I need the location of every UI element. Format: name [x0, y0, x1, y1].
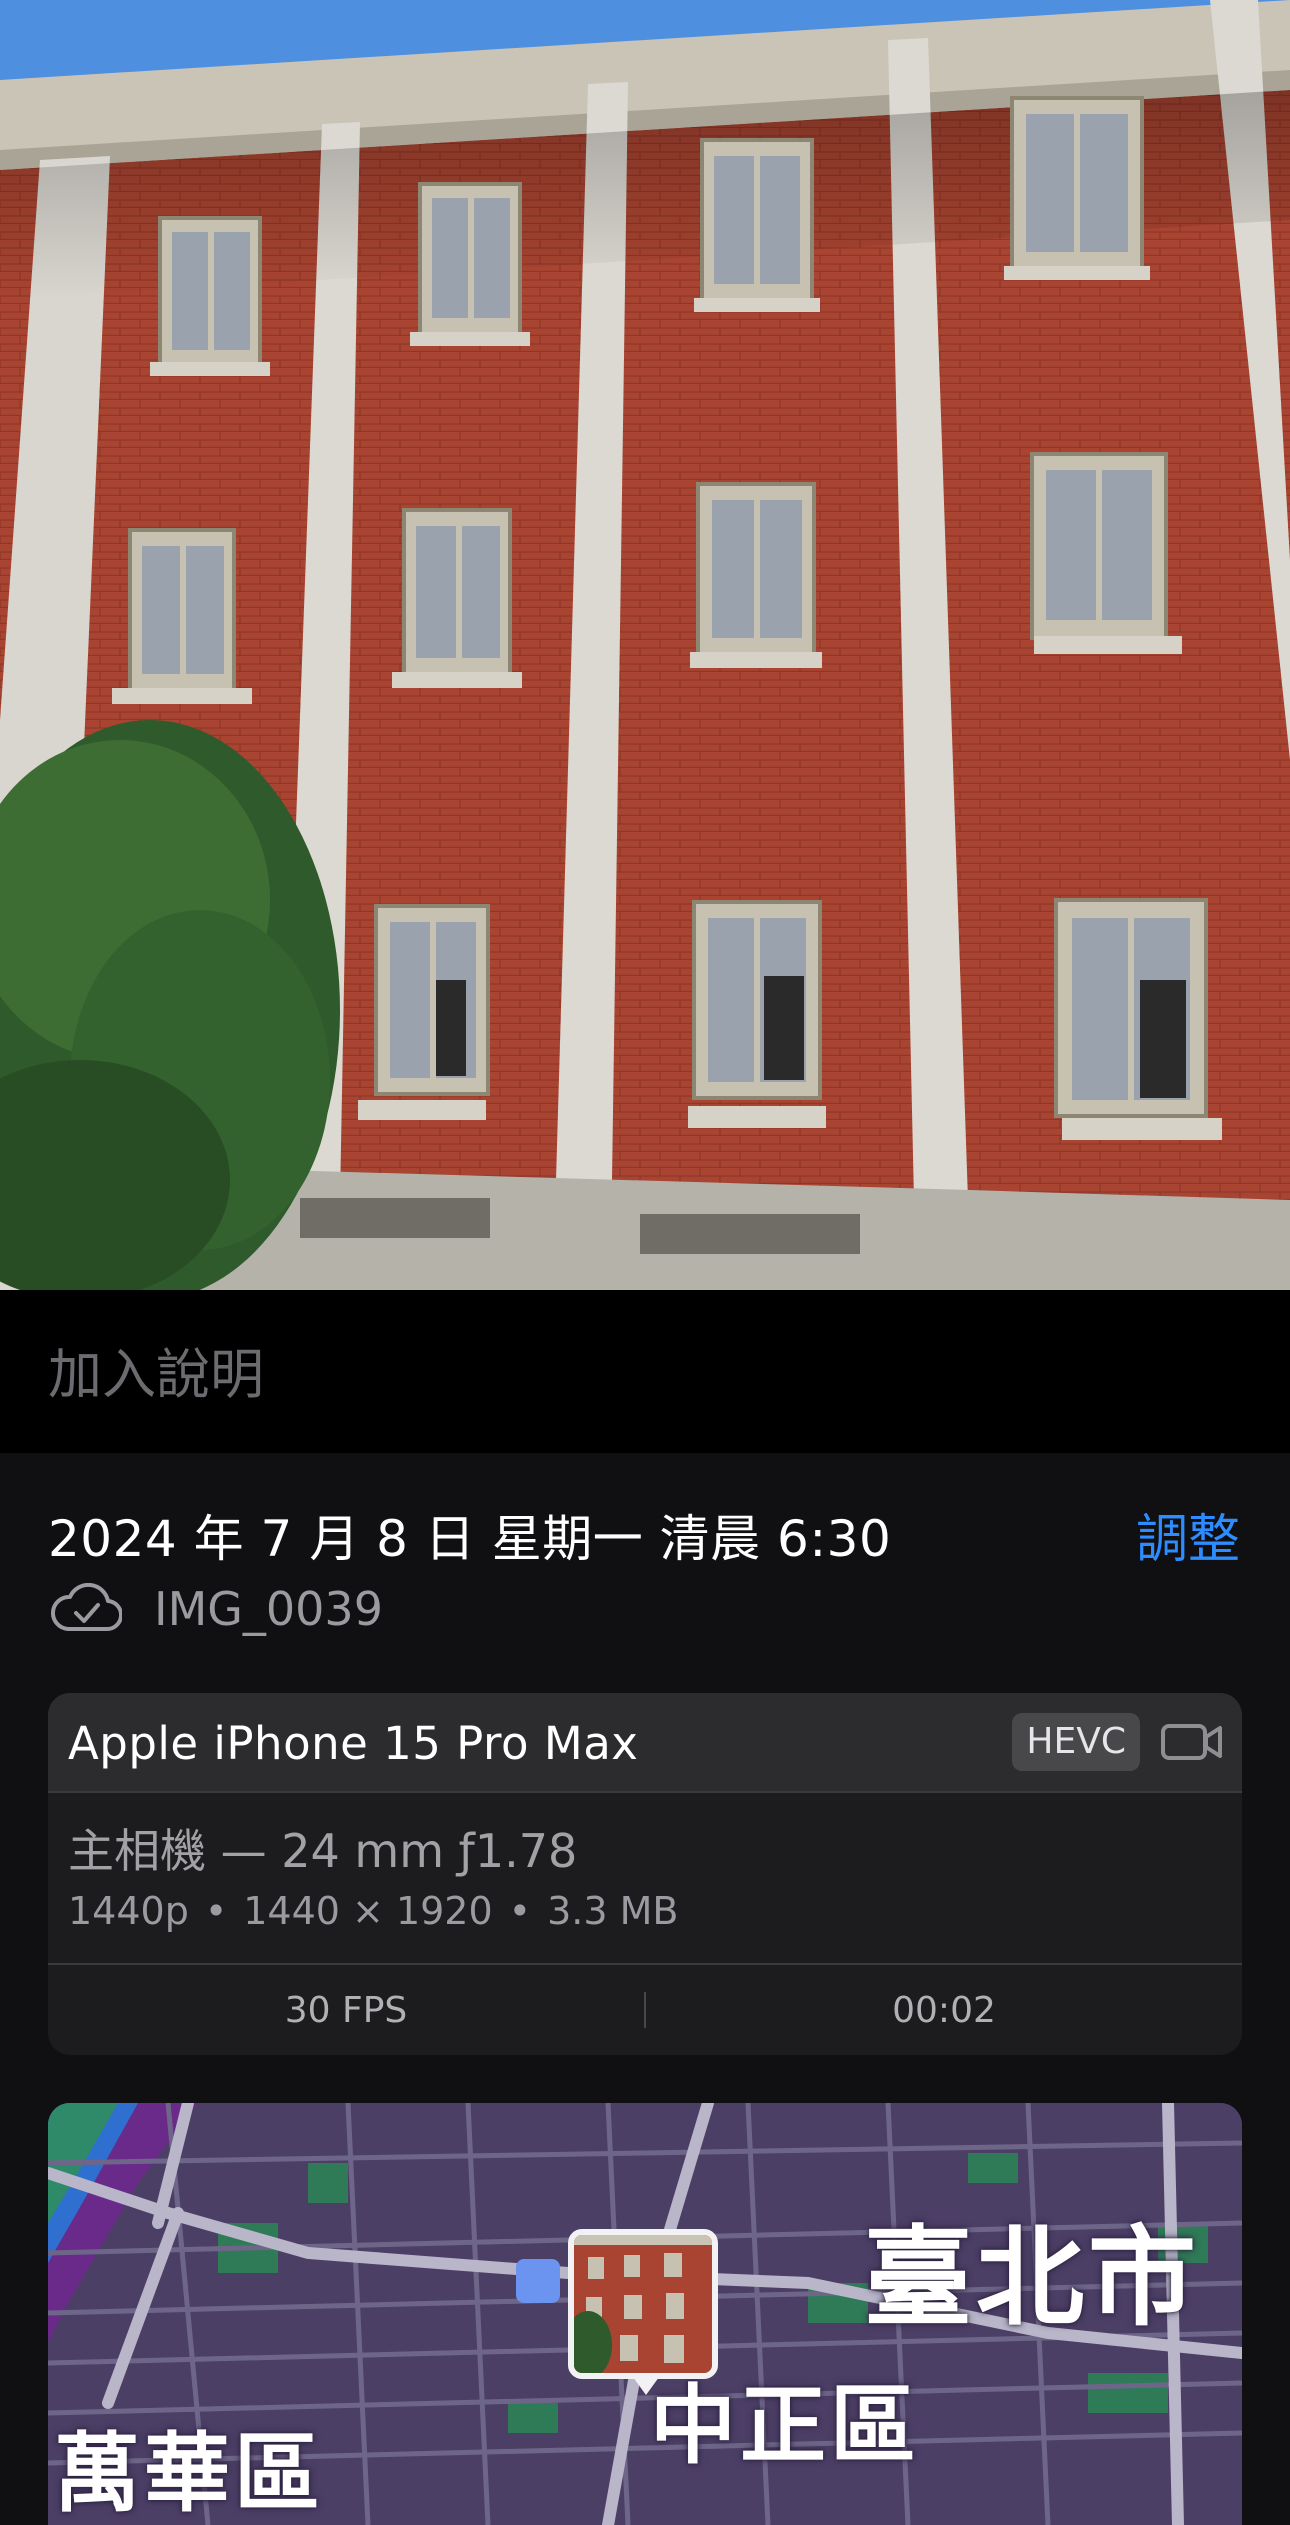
codec-badge: HEVC [1012, 1713, 1140, 1771]
fps-label: 30 FPS [284, 1989, 408, 2031]
location-map[interactable]: 臺北市 萬華區 中正區 [48, 2103, 1242, 2525]
device-header: Apple iPhone 15 Pro Max HEVC [48, 1693, 1242, 1791]
caption-input[interactable] [48, 1334, 1238, 1414]
train-station-icon [516, 2259, 560, 2303]
duration-label: 00:02 [892, 1989, 996, 2031]
map-label-city: 臺北市 [864, 2216, 1201, 2341]
photo-location-pin[interactable] [568, 2229, 718, 2379]
info-sheet: 2024 年 7 月 8 日 星期一 清晨 6:30 調整 IMG_0039 A… [0, 1453, 1290, 2525]
spec-separator: • [508, 1889, 532, 1933]
lens-info: 主相機 — 24 mm ƒ1.78 [68, 1824, 578, 1878]
pin-pointer [630, 2373, 662, 2395]
dimensions-label: 1440 × 1920 [243, 1889, 493, 1933]
resolution-label: 1440p [68, 1889, 189, 1933]
spec-line: 1440p • 1440 × 1920 • 3.3 MB [68, 1889, 678, 1933]
photo-viewer[interactable] [0, 0, 1290, 1290]
pin-thumbnail [574, 2235, 712, 2373]
building-photo [0, 0, 1290, 1290]
file-name: IMG_0039 [154, 1582, 383, 1636]
file-size-label: 3.3 MB [547, 1889, 679, 1933]
adjust-date-button[interactable]: 調整 [1136, 1497, 1240, 1572]
file-info-row: IMG_0039 [50, 1577, 383, 1641]
map-label-district-west: 萬華區 [54, 2424, 324, 2524]
device-info-card: Apple iPhone 15 Pro Max HEVC 主相機 — 24 mm… [48, 1693, 1242, 2055]
card-divider [48, 1791, 1242, 1793]
spec-separator: • [204, 1889, 228, 1933]
capture-date: 2024 年 7 月 8 日 星期一 清晨 6:30 [48, 1510, 892, 1568]
icloud-synced-icon [51, 1583, 122, 1632]
caption-area [0, 1290, 1290, 1453]
device-name: Apple iPhone 15 Pro Max [68, 1717, 639, 1770]
video-stats-row: 30 FPS 00:02 [48, 1963, 1242, 2055]
video-camera-icon [1161, 1724, 1222, 1760]
